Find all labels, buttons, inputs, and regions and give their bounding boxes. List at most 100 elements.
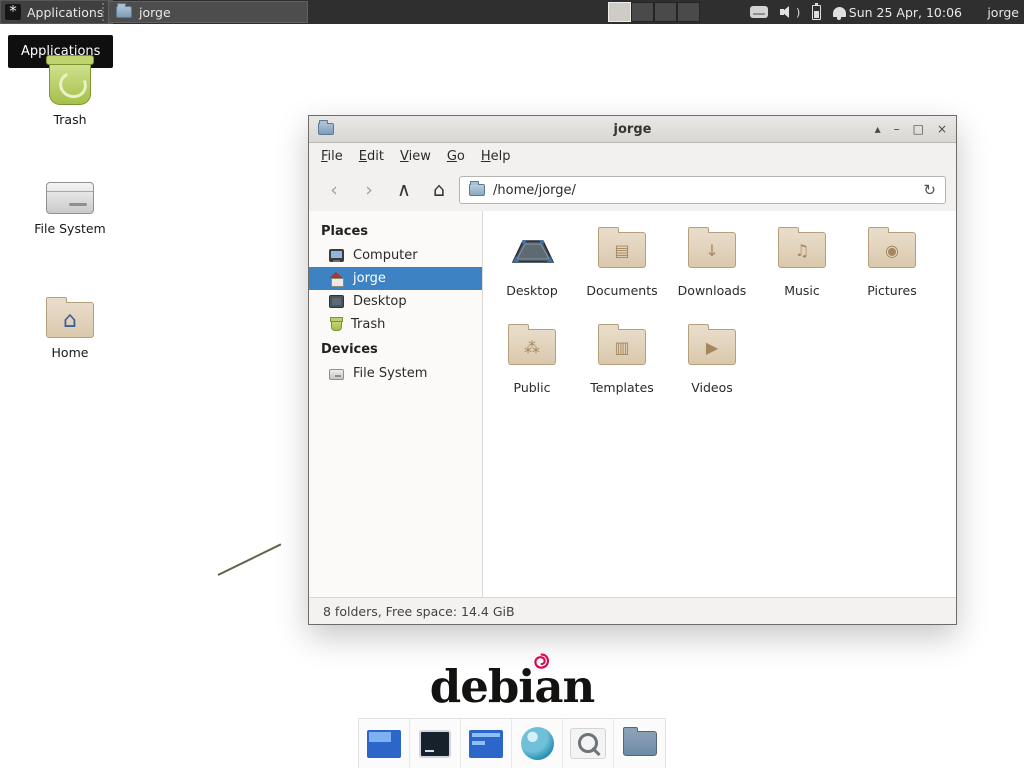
applications-menu-button[interactable]: * Applications bbox=[0, 0, 113, 24]
notification-bell-icon[interactable] bbox=[833, 7, 846, 17]
path-bar-input[interactable]: /home/jorge/ ↻ bbox=[459, 176, 946, 204]
sidebar-item-label: Computer bbox=[353, 248, 418, 263]
dock-item-app-finder[interactable] bbox=[563, 719, 614, 768]
file-grid: Desktop ▤ Documents ↓ Downloads ♫ Music … bbox=[483, 211, 956, 597]
workspace-4[interactable] bbox=[677, 2, 700, 22]
desktop-icon-label: Trash bbox=[15, 112, 125, 127]
sidebar-item-trash[interactable]: Trash bbox=[309, 313, 482, 336]
workspace-3[interactable] bbox=[654, 2, 677, 22]
folder-label: Music bbox=[784, 283, 820, 298]
videos-emblem-icon: ▶ bbox=[689, 330, 735, 364]
folder-label: Pictures bbox=[867, 283, 917, 298]
sidebar-item-jorge[interactable]: jorge bbox=[309, 267, 482, 290]
workspace-1[interactable] bbox=[608, 2, 631, 22]
trash-icon bbox=[49, 59, 91, 105]
workspace-switcher bbox=[608, 2, 700, 22]
folder-label: Desktop bbox=[506, 283, 558, 298]
status-bar: 8 folders, Free space: 14.4 GiB bbox=[309, 597, 956, 624]
desktop-icon-file-system[interactable]: File System bbox=[15, 172, 125, 236]
places-header: Places bbox=[309, 218, 482, 244]
public-emblem-icon: ⁂ bbox=[509, 330, 555, 364]
menu-file[interactable]: File bbox=[321, 149, 343, 164]
applications-menu-label: Applications bbox=[27, 5, 103, 20]
sidebar-item-label: Desktop bbox=[353, 294, 407, 309]
folder-pictures[interactable]: ◉ Pictures bbox=[847, 221, 937, 318]
taskbar-window-button[interactable]: jorge bbox=[108, 1, 308, 23]
mouse-cursor bbox=[218, 543, 282, 575]
music-emblem-icon: ♫ bbox=[779, 233, 825, 267]
web-browser-globe-icon bbox=[521, 727, 554, 760]
home-folder-icon: ⌂ bbox=[46, 302, 94, 338]
system-tray: ) bbox=[750, 0, 846, 24]
panel-user-menu[interactable]: jorge bbox=[987, 0, 1019, 24]
file-manager-icon bbox=[116, 6, 132, 18]
pictures-emblem-icon: ◉ bbox=[869, 233, 915, 267]
folder-icon: ◉ bbox=[868, 232, 916, 268]
menu-edit[interactable]: Edit bbox=[359, 149, 384, 164]
folder-icon: ⁂ bbox=[508, 329, 556, 365]
panel-separator-handle bbox=[102, 3, 106, 21]
show-desktop-icon bbox=[367, 730, 401, 758]
dock-item-web-browser[interactable] bbox=[512, 719, 563, 768]
menu-go[interactable]: Go bbox=[447, 149, 465, 164]
dock-item-terminal[interactable] bbox=[410, 719, 461, 768]
user-desktop-icon bbox=[508, 230, 556, 270]
back-button[interactable]: ‹ bbox=[319, 175, 349, 205]
forward-button[interactable]: › bbox=[354, 175, 384, 205]
folder-label: Public bbox=[514, 380, 551, 395]
downloads-emblem-icon: ↓ bbox=[689, 233, 735, 267]
folder-label: Downloads bbox=[678, 283, 747, 298]
folder-templates[interactable]: ▥ Templates bbox=[577, 318, 667, 415]
desktop-icon-label: Home bbox=[15, 345, 125, 360]
file-manager-folder-icon bbox=[623, 731, 657, 756]
desktop-background: * Applications jorge ) Sun 25 Apr, 10:06… bbox=[0, 0, 1024, 768]
window-titlebar[interactable]: jorge ▴ – □ × bbox=[309, 116, 956, 143]
up-button[interactable]: ∧ bbox=[389, 175, 419, 205]
computer-icon bbox=[329, 249, 344, 262]
maximize-button[interactable]: □ bbox=[913, 116, 924, 143]
folder-icon: ▥ bbox=[598, 329, 646, 365]
folder-desktop[interactable]: Desktop bbox=[487, 221, 577, 318]
folder-icon: ▶ bbox=[688, 329, 736, 365]
minimize-button[interactable]: – bbox=[894, 116, 900, 143]
folder-icon: ♫ bbox=[778, 232, 826, 268]
sidebar-item-desktop[interactable]: Desktop bbox=[309, 290, 482, 313]
applications-menu-icon: * bbox=[5, 4, 21, 20]
documents-emblem-icon: ▤ bbox=[599, 233, 645, 267]
dock-item-show-desktop[interactable] bbox=[359, 719, 410, 768]
folder-icon: ▤ bbox=[598, 232, 646, 268]
folder-label: Videos bbox=[691, 380, 733, 395]
file-manager-window: jorge ▴ – □ × File Edit View Go Help ‹ ›… bbox=[308, 115, 957, 625]
sidebar-item-computer[interactable]: Computer bbox=[309, 244, 482, 267]
wallpaper-logo: debian bbox=[0, 660, 1024, 713]
home-button[interactable]: ⌂ bbox=[424, 175, 454, 205]
workspace-2[interactable] bbox=[631, 2, 654, 22]
top-panel: * Applications jorge ) Sun 25 Apr, 10:06… bbox=[0, 0, 1024, 24]
debian-logo-text: debian bbox=[430, 660, 595, 713]
sidebar-item-file-system[interactable]: File System bbox=[309, 362, 482, 385]
folder-public[interactable]: ⁂ Public bbox=[487, 318, 577, 415]
menu-view[interactable]: View bbox=[400, 149, 431, 164]
close-button[interactable]: × bbox=[937, 116, 947, 143]
folder-music[interactable]: ♫ Music bbox=[757, 221, 847, 318]
touchpad-icon[interactable] bbox=[750, 6, 768, 18]
volume-icon[interactable] bbox=[780, 5, 792, 19]
folder-videos[interactable]: ▶ Videos bbox=[667, 318, 757, 415]
desktop-icon-trash[interactable]: Trash bbox=[15, 55, 125, 127]
folder-downloads[interactable]: ↓ Downloads bbox=[667, 221, 757, 318]
shade-button[interactable]: ▴ bbox=[875, 116, 881, 143]
dock-item-settings[interactable] bbox=[461, 719, 512, 768]
sidebar-item-label: Trash bbox=[351, 317, 385, 332]
panel-clock[interactable]: Sun 25 Apr, 10:06 bbox=[849, 0, 962, 24]
path-folder-icon bbox=[469, 184, 485, 196]
desktop-icon-home[interactable]: ⌂ Home bbox=[15, 296, 125, 360]
battery-icon[interactable] bbox=[812, 5, 821, 20]
reload-icon[interactable]: ↻ bbox=[923, 181, 936, 199]
dock-item-file-manager[interactable] bbox=[614, 719, 665, 768]
menu-help[interactable]: Help bbox=[481, 149, 511, 164]
folder-documents[interactable]: ▤ Documents bbox=[577, 221, 667, 318]
menu-bar: File Edit View Go Help bbox=[309, 143, 956, 169]
folder-label: Templates bbox=[590, 380, 654, 395]
drive-icon bbox=[329, 369, 344, 380]
status-text: 8 folders, Free space: 14.4 GiB bbox=[323, 604, 515, 619]
